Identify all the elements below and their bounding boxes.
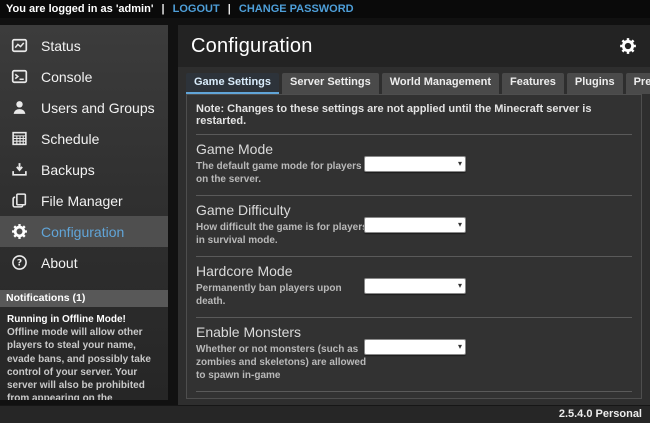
sidebar-item-label: Console bbox=[41, 69, 92, 85]
sidebar-item-users-and-groups[interactable]: Users and Groups bbox=[0, 92, 168, 123]
setting-description: Permanently ban players upon death. bbox=[196, 282, 372, 308]
sidebar-item-label: Status bbox=[41, 38, 81, 54]
topbar-separator: | bbox=[162, 3, 165, 15]
game-mode-select[interactable]: ▾ bbox=[364, 156, 466, 172]
sidebar-item-about[interactable]: ? About bbox=[0, 247, 168, 278]
setting-title: Hardcore Mode bbox=[196, 263, 632, 279]
chevron-down-icon: ▾ bbox=[458, 340, 462, 354]
setting-title: Game Difficulty bbox=[196, 202, 632, 218]
logout-link[interactable]: LOGOUT bbox=[173, 3, 220, 15]
setting-game-mode: Game Mode The default game mode for play… bbox=[196, 134, 632, 195]
setting-title: Enable Animals bbox=[196, 398, 632, 399]
backups-icon bbox=[11, 161, 28, 178]
sidebar-menu: Status Console Users and Groups Schedule… bbox=[0, 25, 168, 278]
enable-monsters-select[interactable]: ▾ bbox=[364, 339, 466, 355]
gear-icon[interactable] bbox=[619, 37, 637, 55]
setting-description: Whether or not monsters (such as zombies… bbox=[196, 343, 372, 382]
tab-features[interactable]: Features bbox=[502, 73, 564, 94]
notification-title: Running in Offline Mode! bbox=[7, 313, 161, 326]
sidebar-item-schedule[interactable]: Schedule bbox=[0, 123, 168, 154]
sidebar-item-console[interactable]: Console bbox=[0, 61, 168, 92]
chevron-down-icon: ▾ bbox=[458, 218, 462, 232]
notifications-header: Notifications (1) bbox=[0, 290, 168, 307]
console-icon bbox=[11, 68, 28, 85]
game-difficulty-select[interactable]: ▾ bbox=[364, 217, 466, 233]
file-manager-icon bbox=[11, 192, 28, 209]
about-icon: ? bbox=[11, 254, 28, 271]
tab-bar: Game Settings Server Settings World Mana… bbox=[186, 73, 642, 94]
sidebar-item-label: Users and Groups bbox=[41, 100, 155, 116]
page-header: Configuration bbox=[178, 25, 650, 67]
main-panel: Configuration Game Settings Server Setti… bbox=[178, 25, 650, 405]
setting-hardcore-mode: Hardcore Mode Permanently ban players up… bbox=[196, 256, 632, 317]
notification-text: Offline mode will allow other players to… bbox=[7, 326, 161, 400]
hardcore-mode-select[interactable]: ▾ bbox=[364, 278, 466, 294]
tab-game-settings[interactable]: Game Settings bbox=[186, 73, 279, 94]
tab-content: Note: Changes to these settings are not … bbox=[186, 94, 642, 399]
setting-description: How difficult the game is for players in… bbox=[196, 221, 372, 247]
sidebar-item-file-manager[interactable]: File Manager bbox=[0, 185, 168, 216]
sidebar-item-label: File Manager bbox=[41, 193, 123, 209]
version-label: 2.5.4.0 Personal bbox=[559, 408, 642, 420]
tab-preferences[interactable]: Preferences bbox=[626, 73, 650, 94]
app-window: You are logged in as 'admin' | LOGOUT | … bbox=[0, 0, 650, 423]
page-title: Configuration bbox=[191, 35, 619, 58]
schedule-icon bbox=[11, 130, 28, 147]
setting-game-difficulty: Game Difficulty How difficult the game i… bbox=[196, 195, 632, 256]
setting-title: Game Mode bbox=[196, 141, 632, 157]
svg-text:?: ? bbox=[17, 259, 22, 269]
tab-plugins[interactable]: Plugins bbox=[567, 73, 623, 94]
sidebar-item-status[interactable]: Status bbox=[0, 30, 168, 61]
sidebar-item-label: Schedule bbox=[41, 131, 99, 147]
footer-bar: 2.5.4.0 Personal bbox=[0, 405, 650, 423]
topbar: You are logged in as 'admin' | LOGOUT | … bbox=[0, 0, 650, 18]
login-status-text: You are logged in as 'admin' bbox=[6, 3, 153, 15]
notification-panel: Running in Offline Mode! Offline mode wi… bbox=[0, 307, 168, 400]
topbar-separator: | bbox=[228, 3, 231, 15]
sidebar-item-backups[interactable]: Backups bbox=[0, 154, 168, 185]
sidebar-item-configuration[interactable]: Configuration bbox=[0, 216, 168, 247]
setting-description: The default game mode for players on the… bbox=[196, 160, 372, 186]
setting-title: Enable Monsters bbox=[196, 324, 632, 340]
setting-enable-animals: Enable Animals Whether or not friendly a… bbox=[196, 391, 632, 399]
tab-world-management[interactable]: World Management bbox=[382, 73, 499, 94]
users-icon bbox=[11, 99, 28, 116]
setting-enable-monsters: Enable Monsters Whether or not monsters … bbox=[196, 317, 632, 391]
settings-list: Game Mode The default game mode for play… bbox=[196, 134, 632, 399]
change-password-link[interactable]: CHANGE PASSWORD bbox=[239, 3, 354, 15]
configuration-icon bbox=[11, 223, 28, 240]
chevron-down-icon: ▾ bbox=[458, 279, 462, 293]
note-text: Note: Changes to these settings are not … bbox=[196, 100, 632, 134]
status-icon bbox=[11, 37, 28, 54]
sidebar-item-label: Configuration bbox=[41, 224, 124, 240]
sidebar-item-label: About bbox=[41, 255, 78, 271]
chevron-down-icon: ▾ bbox=[458, 157, 462, 171]
sidebar-item-label: Backups bbox=[41, 162, 95, 178]
tab-server-settings[interactable]: Server Settings bbox=[282, 73, 379, 94]
sidebar: Status Console Users and Groups Schedule… bbox=[0, 25, 168, 400]
